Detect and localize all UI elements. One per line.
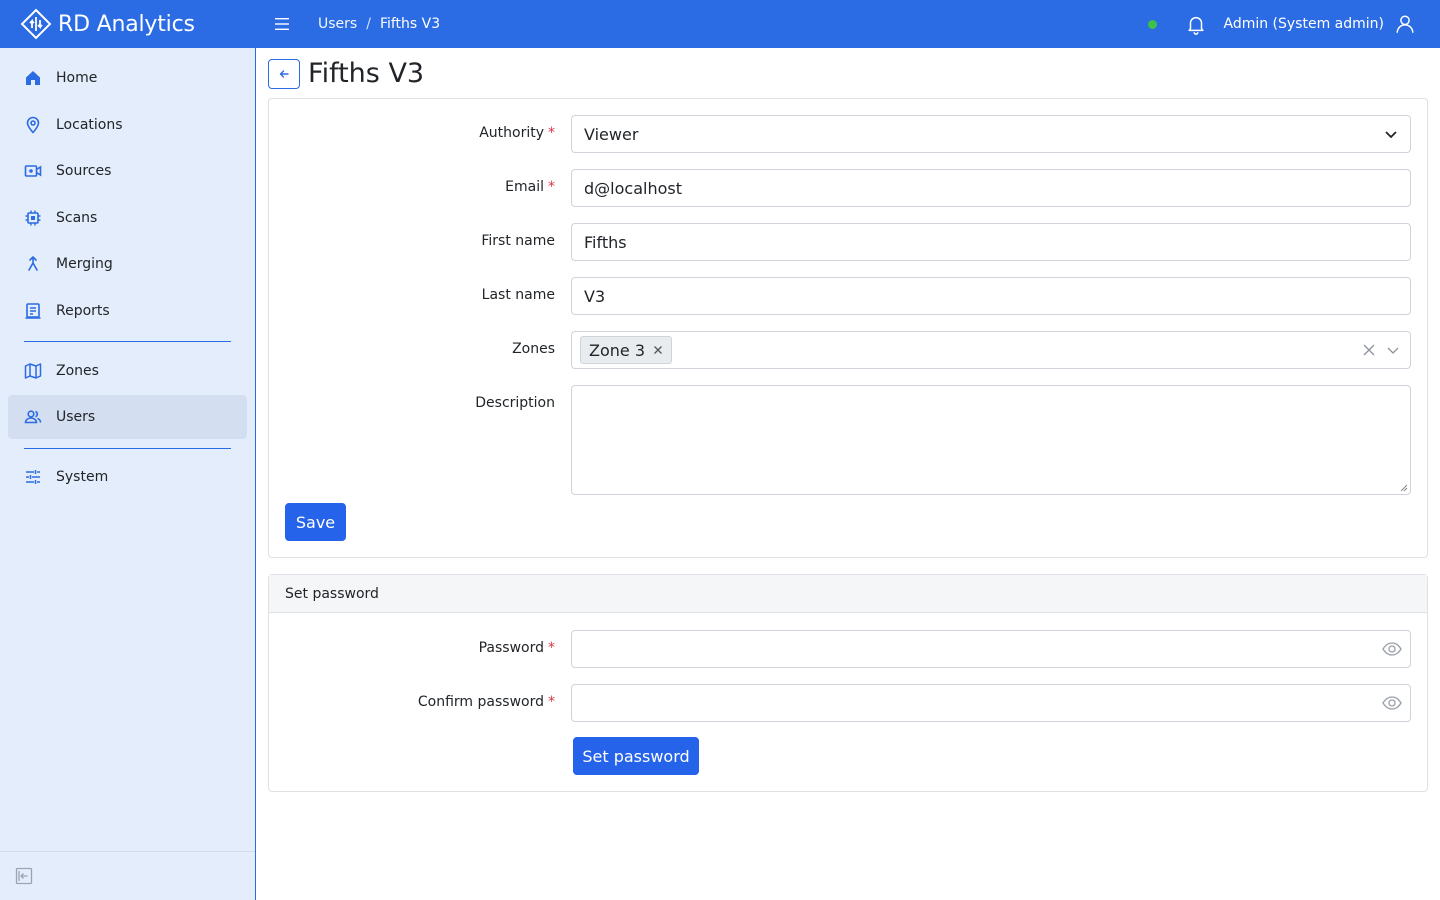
confirm-password-row: Confirm password * bbox=[269, 684, 1427, 722]
page-header: Fifths V3 bbox=[268, 58, 424, 89]
map-icon bbox=[24, 362, 42, 380]
sidebar-item-locations[interactable]: Locations bbox=[8, 103, 247, 147]
sidebar-item-reports[interactable]: Reports bbox=[8, 289, 247, 333]
zones-row: Zones Zone 3 bbox=[269, 331, 1427, 369]
zone-chip-label: Zone 3 bbox=[589, 340, 645, 360]
sliders-icon bbox=[24, 468, 42, 486]
description-textarea[interactable] bbox=[571, 385, 1411, 495]
email-label: Email * bbox=[505, 179, 555, 195]
sidebar-item-label: Scans bbox=[56, 210, 98, 226]
chevron-down-icon[interactable] bbox=[1386, 343, 1400, 357]
merge-icon bbox=[24, 255, 42, 273]
sidebar-item-label: Merging bbox=[56, 256, 113, 272]
sidebar-item-merging[interactable]: Merging bbox=[8, 242, 247, 286]
connection-status-indicator bbox=[1148, 19, 1158, 29]
zones-multiselect[interactable]: Zone 3 bbox=[571, 331, 1411, 369]
first-name-value: Fifths bbox=[584, 232, 627, 252]
breadcrumb-current: Fifths V3 bbox=[379, 16, 441, 32]
last-name-field[interactable]: V3 bbox=[571, 277, 1411, 315]
collapse-sidebar-icon[interactable] bbox=[15, 867, 33, 885]
sidebar-item-scans[interactable]: Scans bbox=[8, 196, 247, 240]
save-button[interactable]: Save bbox=[285, 503, 346, 541]
sidebar-item-home[interactable]: Home bbox=[8, 56, 247, 100]
sidebar-item-label: Users bbox=[56, 409, 96, 425]
user-icon[interactable] bbox=[1394, 13, 1416, 35]
resize-handle-icon[interactable] bbox=[1400, 484, 1408, 492]
home-icon bbox=[24, 69, 42, 87]
sidebar-item-label: Reports bbox=[56, 303, 110, 319]
first-name-label: First name bbox=[481, 233, 555, 249]
arrow-left-icon bbox=[279, 69, 289, 78]
last-name-row: Last name V3 bbox=[269, 277, 1427, 315]
password-field[interactable] bbox=[571, 630, 1411, 668]
confirm-password-label: Confirm password * bbox=[417, 694, 555, 710]
map-pin-icon bbox=[24, 116, 42, 134]
zone-chip: Zone 3 bbox=[580, 336, 672, 364]
sidebar-footer bbox=[0, 851, 255, 900]
password-label: Password * bbox=[478, 640, 555, 656]
brand[interactable]: RD Analytics bbox=[0, 0, 256, 48]
clear-icon[interactable] bbox=[1362, 343, 1376, 357]
top-bar: RD Analytics Users / Fifths V3 Admin (Sy… bbox=[0, 0, 1440, 48]
description-row: Description bbox=[269, 385, 1427, 495]
sidebar-item-zones[interactable]: Zones bbox=[8, 349, 247, 393]
authority-select[interactable]: Viewer bbox=[571, 115, 1411, 153]
sidebar: Home Locations Sources Scans Merging Rep… bbox=[0, 48, 256, 900]
hamburger-icon bbox=[275, 18, 289, 30]
authority-label: Authority * bbox=[479, 125, 555, 141]
back-button[interactable] bbox=[268, 58, 300, 89]
sidebar-divider bbox=[24, 448, 231, 449]
sidebar-item-label: Home bbox=[56, 70, 98, 86]
remove-chip-icon[interactable] bbox=[653, 345, 663, 355]
camera-icon bbox=[24, 162, 42, 180]
sidebar-item-label: Zones bbox=[56, 363, 99, 379]
sidebar-item-label: Sources bbox=[56, 163, 112, 179]
sidebar-item-sources[interactable]: Sources bbox=[8, 149, 247, 193]
zones-label: Zones bbox=[512, 341, 555, 357]
main-content: Fifths V3 Authority * Viewer Email * d@loc… bbox=[256, 48, 1440, 900]
sidebar-divider bbox=[24, 341, 231, 342]
set-password-header: Set password bbox=[269, 575, 1427, 613]
bell-icon[interactable] bbox=[1185, 13, 1207, 35]
chevron-down-icon bbox=[1385, 131, 1397, 139]
sidebar-item-system[interactable]: System bbox=[8, 455, 247, 499]
set-password-button[interactable]: Set password bbox=[573, 737, 699, 775]
sidebar-item-label: Locations bbox=[56, 117, 123, 133]
report-icon bbox=[24, 302, 42, 320]
email-row: Email * d@localhost bbox=[269, 169, 1427, 207]
confirm-password-field[interactable] bbox=[571, 684, 1411, 722]
menu-toggle-button[interactable] bbox=[272, 14, 292, 34]
users-icon bbox=[24, 408, 42, 426]
breadcrumb-users-link[interactable]: Users bbox=[318, 16, 357, 32]
email-value: d@localhost bbox=[584, 178, 682, 198]
user-details-card: Authority * Viewer Email * d@localhost Fir… bbox=[268, 98, 1428, 558]
email-field[interactable]: d@localhost bbox=[571, 169, 1411, 207]
brand-logo-icon bbox=[20, 8, 52, 40]
authority-value: Viewer bbox=[584, 124, 639, 144]
breadcrumb-separator: / bbox=[366, 16, 371, 32]
last-name-label: Last name bbox=[481, 287, 555, 303]
chip-icon bbox=[24, 209, 42, 227]
eye-icon[interactable] bbox=[1382, 641, 1402, 657]
first-name-field[interactable]: Fifths bbox=[571, 223, 1411, 261]
page-title: Fifths V3 bbox=[308, 58, 425, 89]
user-menu-name[interactable]: Admin (System admin) bbox=[1223, 16, 1384, 32]
last-name-value: V3 bbox=[584, 286, 606, 306]
brand-name: RD Analytics bbox=[58, 11, 195, 37]
sidebar-item-users[interactable]: Users bbox=[8, 395, 247, 439]
breadcrumb: Users / Fifths V3 bbox=[318, 16, 440, 32]
first-name-row: First name Fifths bbox=[269, 223, 1427, 261]
password-row: Password * bbox=[269, 630, 1427, 668]
authority-row: Authority * Viewer bbox=[269, 115, 1427, 153]
set-password-card: Set password Password * Confirm password *… bbox=[268, 574, 1428, 792]
description-label: Description bbox=[475, 395, 555, 411]
eye-icon[interactable] bbox=[1382, 695, 1402, 711]
sidebar-item-label: System bbox=[56, 469, 109, 485]
